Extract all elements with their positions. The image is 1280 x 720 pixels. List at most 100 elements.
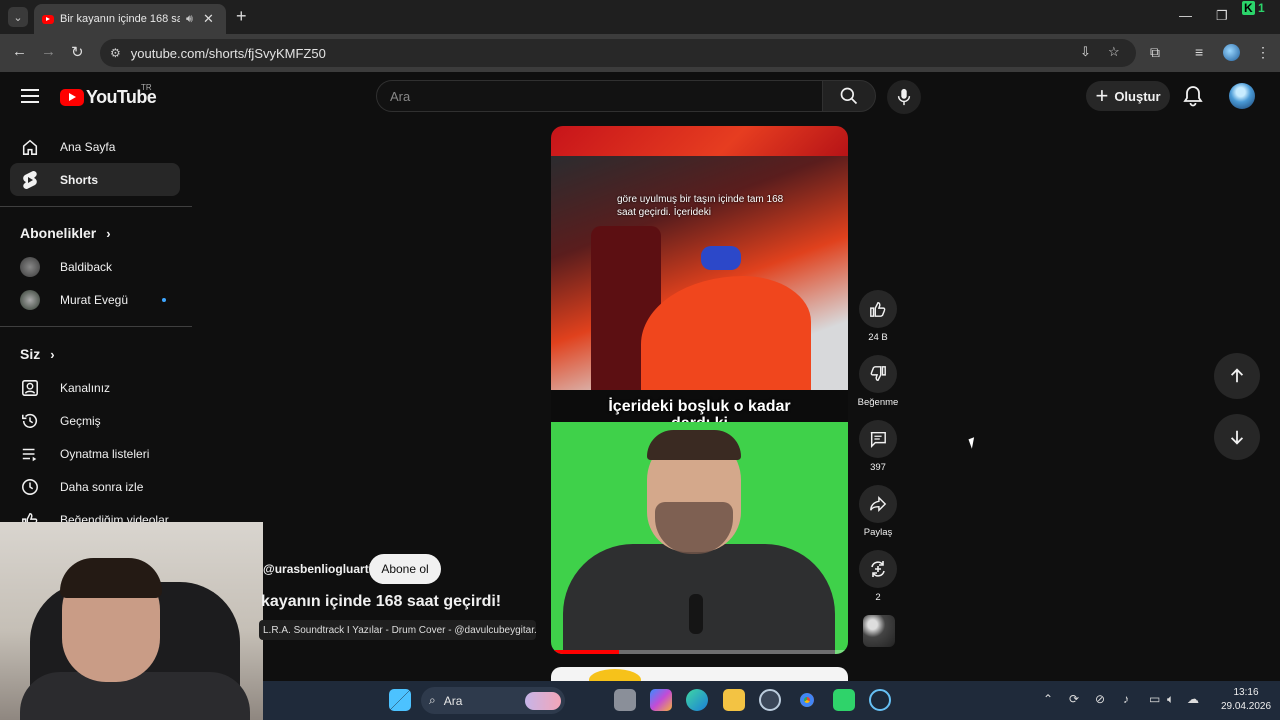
comment-icon	[870, 431, 886, 448]
extension-badge[interactable]: K 1	[1242, 1, 1270, 17]
chrome-icon[interactable]	[796, 689, 818, 711]
bookmark-star-icon[interactable]: ☆	[1108, 44, 1120, 60]
short-title[interactable]: kayanın içinde 168 saat geçirdi!	[261, 593, 501, 611]
back-arrow-icon[interactable]: ←	[12, 43, 27, 60]
dislike-label: Beğenme	[857, 397, 899, 408]
tab-search-button[interactable]: ⌄	[8, 7, 28, 27]
maximize-icon[interactable]: ❐	[1216, 8, 1228, 24]
install-app-icon[interactable]: ⇩	[1080, 44, 1091, 60]
address-bar[interactable]: ⚙︎ youtube.com/shorts/fjSvyKMFZ50 ⇩ ☆	[100, 39, 1136, 67]
whatsapp-icon[interactable]	[833, 689, 855, 711]
channel-avatar	[20, 289, 40, 310]
short-video-player[interactable]: göre uyulmuş bir taşın içinde tam 168 sa…	[551, 126, 848, 654]
search-icon	[840, 87, 858, 105]
sidebar-item-shorts[interactable]: Shorts	[10, 163, 180, 196]
taskbar-search[interactable]: ⌕ Ara	[421, 687, 565, 714]
taskbar-search-label: Ara	[443, 693, 463, 708]
chevron-right-icon: ›	[106, 225, 111, 241]
microphone-icon	[897, 88, 911, 106]
browser-tab-active[interactable]: Bir kayanın içinde 168 saat geçirdi! 🔊︎ …	[34, 4, 226, 34]
speaker-icon[interactable]: 🔊︎	[186, 13, 193, 26]
sidebar-item-label: Daha sonra izle	[60, 479, 144, 494]
thumbs-up-icon	[870, 301, 886, 317]
search-button[interactable]	[822, 80, 876, 112]
sound-link[interactable]: L.R.A. Soundtrack I Yazılar - Drum Cover…	[259, 620, 536, 640]
edge-icon[interactable]	[686, 689, 708, 711]
copilot-icon[interactable]	[650, 689, 672, 711]
system-clock[interactable]: 13:16 29.04.2026	[1215, 686, 1277, 713]
sidebar-item-history[interactable]: Geçmiş	[10, 404, 180, 437]
microphone-icon[interactable]: ♪	[1123, 692, 1129, 706]
search-input[interactable]	[390, 88, 822, 104]
shorts-icon	[20, 170, 40, 190]
browser-profile-avatar[interactable]	[1223, 44, 1240, 61]
minimize-icon[interactable]: —	[1179, 8, 1192, 23]
steam-icon[interactable]	[869, 689, 891, 711]
app-icon[interactable]	[759, 689, 781, 711]
next-short-preview[interactable]	[551, 667, 848, 681]
site-info-icon[interactable]: ⚙︎	[110, 46, 121, 60]
arrow-down-icon	[1230, 430, 1244, 445]
chrome-menu-icon[interactable]: ⋮	[1256, 44, 1270, 61]
youtube-logo[interactable]: YouTube TR	[60, 83, 157, 108]
share-button[interactable]	[859, 485, 897, 523]
channel-handle[interactable]: @urasbenliogluarti	[263, 562, 372, 576]
reload-icon[interactable]: ↻	[71, 43, 84, 61]
video-frame-bottom	[551, 422, 848, 654]
like-button[interactable]	[859, 290, 897, 328]
windows-taskbar: ⌕ Ara ⌃ ⟳ ⊘ ♪ ▭ 🔈︎ ☁︎ 13:16 29.04.2026	[263, 681, 1280, 720]
tab-close-icon[interactable]: ✕	[203, 11, 214, 27]
like-action: 24 B	[856, 290, 900, 343]
windows-start-icon[interactable]	[389, 689, 411, 711]
subscriptions-header-label: Abonelikler	[20, 225, 97, 241]
widget-image-icon	[525, 691, 561, 710]
youtube-favicon-icon	[42, 14, 54, 24]
create-button[interactable]: + Oluştur	[1086, 81, 1170, 111]
subscriptions-header[interactable]: Abonelikler ›	[20, 225, 111, 241]
sidebar-item-subscription[interactable]: Murat Evegü	[10, 283, 180, 316]
sound-thumbnail[interactable]	[863, 615, 895, 647]
comments-button[interactable]	[859, 420, 897, 458]
region-code: TR	[141, 83, 152, 92]
comment-count: 397	[870, 462, 886, 473]
playlist-icon	[20, 444, 40, 464]
extensions-icon[interactable]: ⧉	[1150, 44, 1160, 61]
volume-icon[interactable]: 🔈︎	[1167, 692, 1174, 707]
network-off-icon[interactable]: ⊘	[1095, 692, 1105, 706]
next-short-button[interactable]	[1214, 414, 1260, 460]
media-control-icon[interactable]: ≡	[1195, 44, 1203, 60]
sidebar-item-subscription[interactable]: Baldiback	[10, 250, 180, 283]
comments-action: 397	[856, 420, 900, 473]
you-header-label: Siz	[20, 346, 41, 362]
new-content-dot	[162, 298, 166, 302]
task-view-icon[interactable]	[614, 689, 636, 711]
search-field[interactable]	[376, 80, 823, 112]
sync-icon[interactable]: ⟳	[1069, 692, 1079, 706]
url-text: youtube.com/shorts/fjSvyKMFZ50	[130, 45, 326, 61]
voice-search-button[interactable]	[887, 80, 921, 114]
tray-chevron-icon[interactable]: ⌃	[1043, 692, 1053, 706]
display-icon[interactable]: ▭	[1149, 692, 1160, 706]
previous-short-button[interactable]	[1214, 353, 1260, 399]
cloud-icon[interactable]: ☁︎	[1187, 692, 1199, 706]
sidebar-item-watch-later[interactable]: Daha sonra izle	[10, 470, 180, 503]
account-avatar[interactable]	[1229, 83, 1255, 109]
remix-button[interactable]	[859, 550, 897, 588]
video-progress-bar[interactable]	[551, 650, 848, 654]
search-icon: ⌕	[429, 693, 436, 707]
remix-count: 2	[875, 592, 881, 603]
sidebar-item-home[interactable]: Ana Sayfa	[10, 130, 180, 163]
menu-icon[interactable]	[21, 89, 39, 103]
notifications-bell-icon[interactable]	[1183, 85, 1203, 112]
webcam-overlay	[0, 522, 263, 720]
create-label: Oluştur	[1114, 88, 1161, 104]
dislike-button[interactable]	[859, 355, 897, 393]
sidebar-item-your-channel[interactable]: Kanalınız	[10, 371, 180, 404]
new-tab-button[interactable]: +	[236, 6, 247, 27]
you-header[interactable]: Siz ›	[20, 346, 55, 362]
sidebar-item-playlists[interactable]: Oynatma listeleri	[10, 437, 180, 470]
subscribe-button[interactable]: Abone ol	[369, 554, 441, 584]
file-explorer-icon[interactable]	[723, 689, 745, 711]
home-icon	[20, 137, 40, 157]
forward-arrow-icon[interactable]: →	[41, 43, 56, 60]
